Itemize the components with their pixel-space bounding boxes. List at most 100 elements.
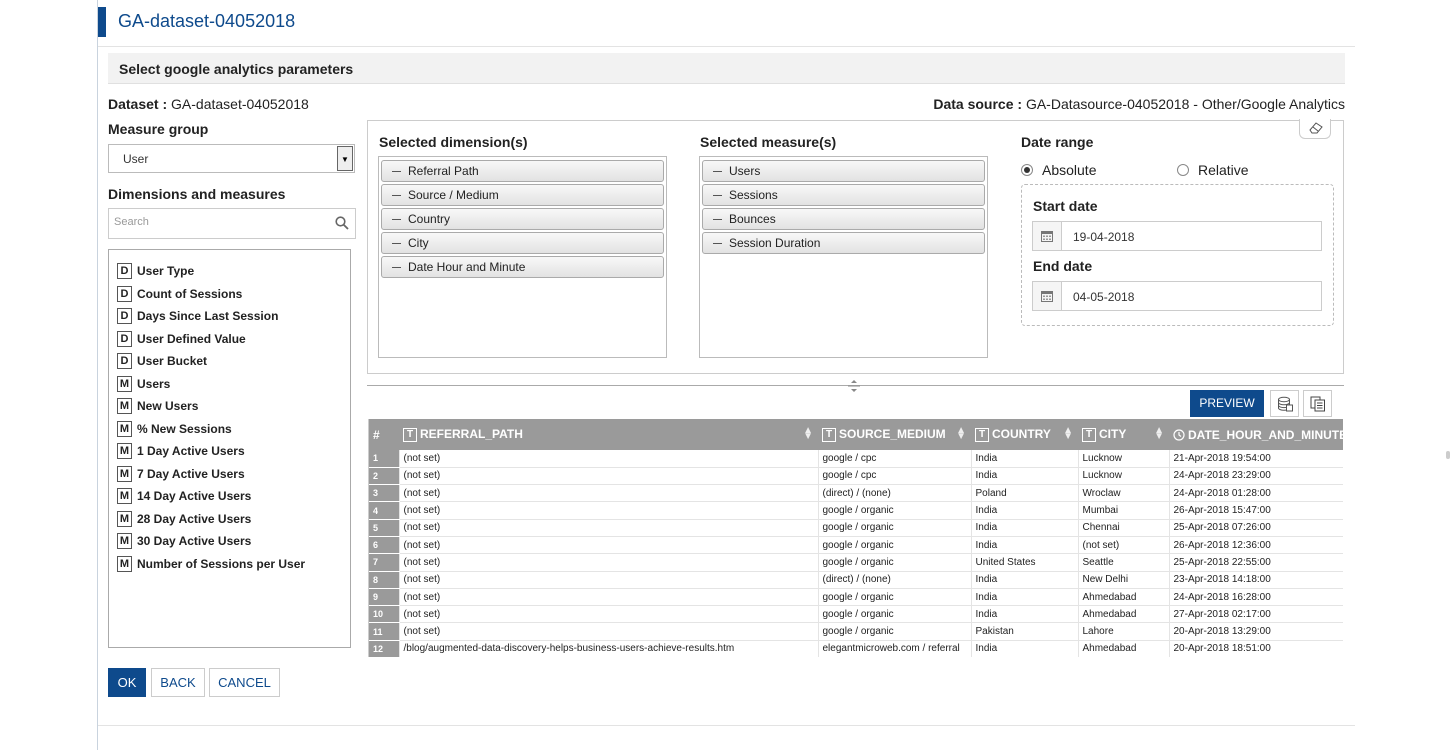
preview-grid[interactable]: # T REFERRAL_PATH ▲ ▼ T SOURCE_MEDIUM ▲ ▼ T COU… (368, 419, 1343, 657)
list-item[interactable]: D User Bucket (117, 352, 207, 370)
database-button[interactable] (1270, 390, 1299, 417)
calendar-icon-button[interactable] (1033, 222, 1062, 250)
selected-dimensions-label: Selected dimension(s) (379, 134, 528, 150)
dimension-chip[interactable]: City (381, 232, 664, 254)
dimension-badge-icon: D (117, 263, 132, 279)
table-row[interactable]: 8 (not set) (direct) / (none) India New Delh… (369, 571, 1343, 589)
minus-icon[interactable] (713, 242, 722, 244)
relative-radio-option[interactable]: Relative (1177, 162, 1249, 178)
table-row[interactable]: 7 (not set) google / organic United States S… (369, 553, 1343, 572)
page-header: GA-dataset-04052018 (98, 0, 1355, 47)
measure-group-select[interactable]: User ▼ (108, 144, 355, 173)
selected-measures-box[interactable]: Users Sessions Bounces Session Duration (699, 156, 988, 358)
sort-icon[interactable]: ▲ ▼ (803, 426, 813, 442)
cancel-button[interactable]: CANCEL (209, 668, 280, 697)
section-heading-bar: Select google analytics parameters (108, 53, 1345, 84)
list-item[interactable]: M Users (117, 375, 170, 393)
measure-chip[interactable]: Sessions (702, 184, 985, 206)
table-header-row: # T REFERRAL_PATH ▲ ▼ T SOURCE_MEDIUM ▲ ▼ T COU… (369, 419, 1343, 450)
relative-radio[interactable] (1177, 164, 1189, 176)
absolute-radio[interactable] (1021, 164, 1033, 176)
copy-button[interactable] (1303, 390, 1332, 417)
list-item[interactable]: M 28 Day Active Users (117, 510, 251, 528)
text-type-icon: T (403, 427, 417, 442)
table-row[interactable]: 3 (not set) (direct) / (none) Poland Wroclaw… (369, 484, 1343, 503)
start-date-field[interactable]: 19-04-2018 (1032, 221, 1322, 251)
minus-icon[interactable] (713, 218, 722, 220)
column-header-referral-path[interactable]: T REFERRAL_PATH ▲ ▼ (399, 419, 818, 450)
search-input[interactable] (112, 215, 332, 229)
list-item[interactable]: M7 Day Active Users (117, 465, 245, 483)
dimension-chip[interactable]: Country (381, 208, 664, 230)
dropdown-arrow-icon[interactable]: ▼ (337, 146, 353, 171)
table-row[interactable]: 12/blog/augmented-data-discovery-helps-b… (369, 640, 1343, 657)
resize-handle-icon[interactable] (847, 379, 861, 393)
start-date-label: Start date (1033, 198, 1098, 214)
table-row[interactable]: 1 (not set) google / cpc India Lucknow 21-Apr… (369, 450, 1343, 468)
page-title: GA-dataset-04052018 (118, 11, 296, 31)
minus-icon[interactable] (713, 194, 722, 196)
table-row[interactable]: 2 (not set) google / cpc India Lucknow 24-Apr… (369, 467, 1343, 486)
sort-icon[interactable]: ▲ ▼ (956, 426, 966, 442)
table-row[interactable]: 6 (not set) google / organic India (not set)… (369, 536, 1343, 555)
minus-icon[interactable] (713, 170, 722, 172)
measure-badge-icon: M (117, 488, 132, 504)
footer-divider (98, 725, 1355, 726)
end-date-field[interactable]: 04-05-2018 (1032, 281, 1322, 311)
column-header-city[interactable]: T CITY ▲ ▼ (1078, 419, 1169, 450)
list-item[interactable]: M Number of Sessions per User (117, 555, 305, 573)
table-row[interactable]: 9 (not set) google / organic India Ahmedabad… (369, 588, 1343, 607)
dimension-chip[interactable]: Date Hour and Minute (381, 256, 664, 278)
left-border (97, 0, 98, 750)
clear-button[interactable] (1299, 119, 1331, 139)
list-item[interactable]: D Days Since Last Session (117, 307, 278, 325)
back-button[interactable]: BACK (151, 668, 205, 697)
selected-dimensions-box[interactable]: Referral Path Source / Medium Country Ci… (378, 156, 667, 358)
table-row[interactable]: 5 (not set) google / organic India Chennai 25… (369, 519, 1343, 537)
column-header-date-hour-minute[interactable]: DATE_HOUR_AND_MINUTE (1169, 419, 1343, 450)
list-item[interactable]: D User Defined Value (117, 330, 246, 348)
list-item[interactable]: M1 Day Active Users (117, 442, 245, 460)
date-range-label: Date range (1021, 134, 1094, 150)
text-type-icon: T (1082, 427, 1096, 442)
preview-table: # T REFERRAL_PATH ▲ ▼ T SOURCE_MEDIUM ▲ ▼ T COU… (369, 419, 1343, 657)
minus-icon[interactable] (392, 266, 401, 268)
minus-icon[interactable] (392, 218, 401, 220)
measure-chip[interactable]: Bounces (702, 208, 985, 230)
column-header-source-medium[interactable]: T SOURCE_MEDIUM ▲ ▼ (818, 419, 971, 450)
measure-chip[interactable]: Users (702, 160, 985, 182)
table-row[interactable]: 4 (not set) google / organic India Mumbai 26-… (369, 501, 1343, 520)
list-item[interactable]: M 14 Day Active Users (117, 487, 251, 505)
dimension-chip[interactable]: Referral Path (381, 160, 664, 182)
list-item[interactable]: D Count of Sessions (117, 285, 242, 303)
preview-button[interactable]: PREVIEW (1190, 390, 1264, 417)
minus-icon[interactable] (392, 170, 401, 172)
search-field[interactable] (108, 208, 356, 239)
table-row[interactable]: 11 (not set) google / organic Pakistan Lahor… (369, 622, 1343, 641)
column-header-country[interactable]: T COUNTRY ▲ ▼ (971, 419, 1078, 450)
list-item[interactable]: D User Type (117, 262, 194, 280)
dimensions-measures-list[interactable]: D User Type D Count of Sessions D Days Sinc… (108, 249, 351, 648)
grid-scrollbar-thumb[interactable] (1446, 451, 1450, 459)
list-item[interactable]: M% New Sessions (117, 420, 232, 438)
list-item[interactable]: M 30 Day Active Users (117, 532, 251, 550)
dimension-chip[interactable]: Source / Medium (381, 184, 664, 206)
dataset-info: Dataset : GA-dataset-04052018 (108, 96, 309, 112)
minus-icon[interactable] (392, 194, 401, 196)
search-icon[interactable] (335, 216, 349, 230)
calendar-icon-button[interactable] (1033, 282, 1062, 310)
clock-icon (1173, 429, 1185, 441)
dimension-badge-icon: D (117, 353, 132, 369)
sort-icon[interactable]: ▲ ▼ (1063, 426, 1073, 442)
measure-chip[interactable]: Session Duration (702, 232, 985, 254)
sort-icon[interactable]: ▲ ▼ (1154, 426, 1164, 442)
parameters-panel: Selected dimension(s) Referral Path Sour… (367, 119, 1344, 374)
ok-button[interactable]: OK (108, 668, 146, 697)
minus-icon[interactable] (392, 242, 401, 244)
absolute-radio-option[interactable]: Absolute (1021, 162, 1096, 178)
table-row[interactable]: 10 (not set) google / organic India Ahmedaba… (369, 605, 1343, 624)
measure-badge-icon: M (117, 375, 132, 392)
datasource-info: Data source : GA-Datasource-04052018 - O… (933, 96, 1345, 112)
dimension-badge-icon: D (117, 285, 132, 302)
list-item[interactable]: M New Users (117, 397, 198, 415)
